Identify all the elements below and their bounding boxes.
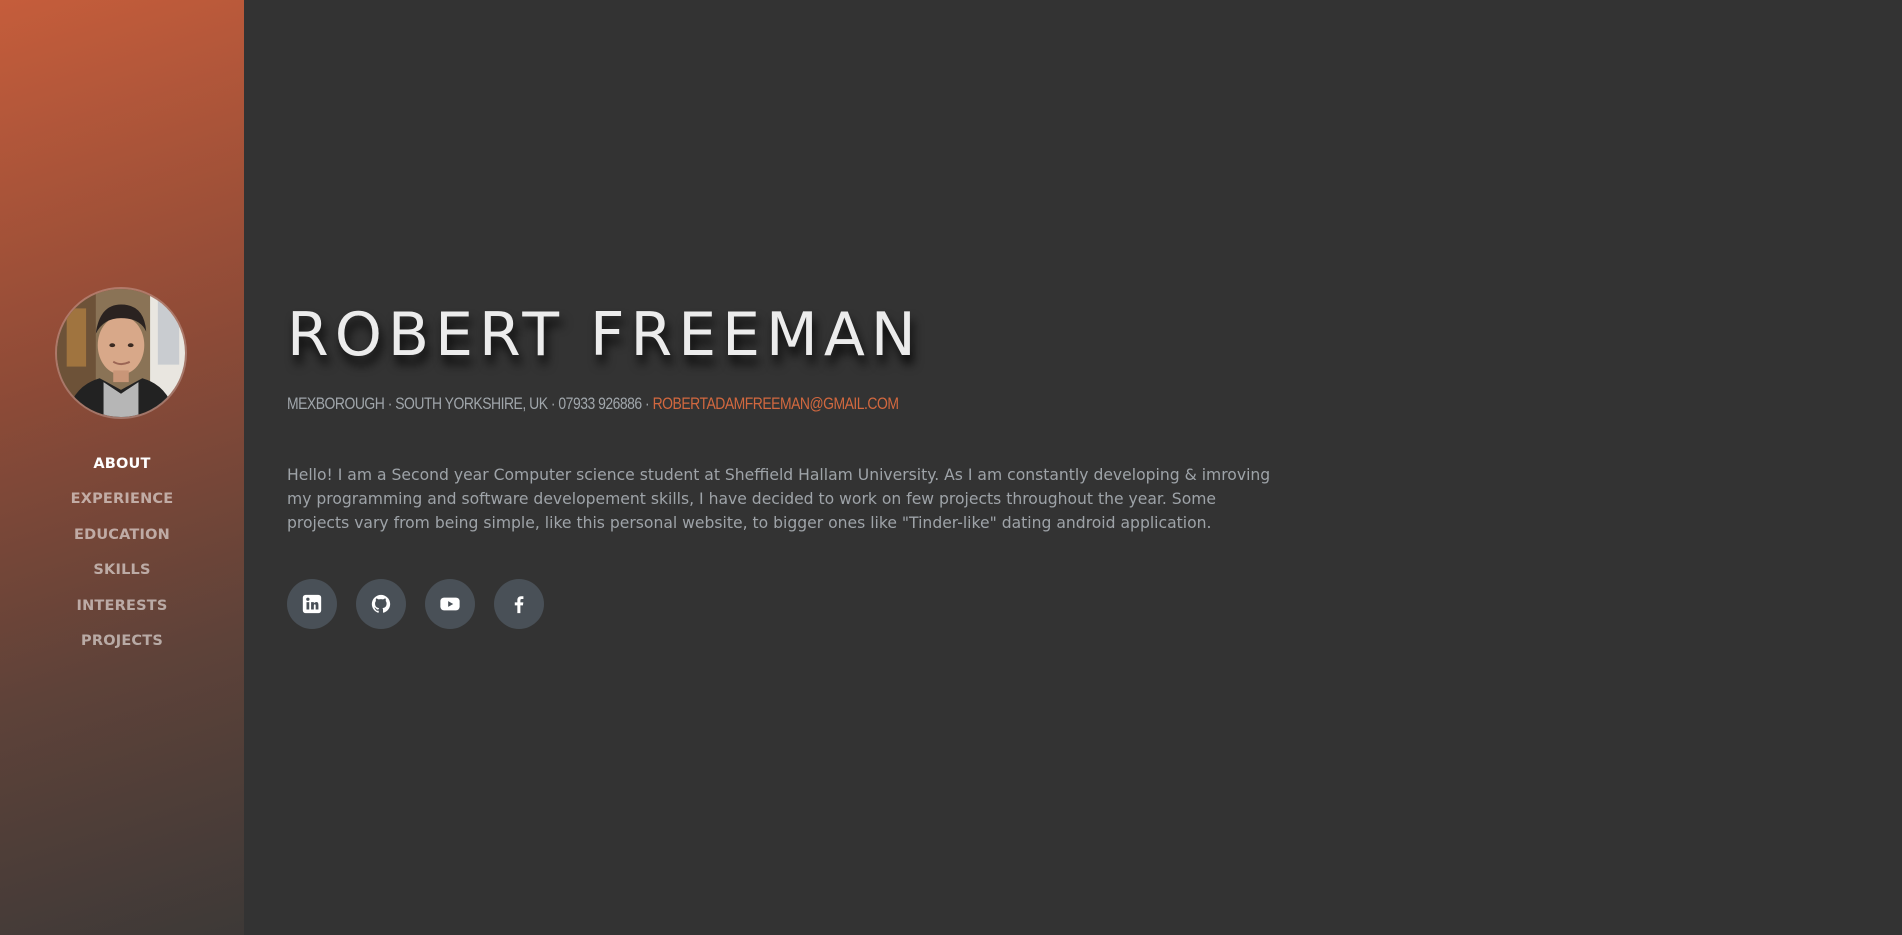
youtube-icon: [440, 597, 460, 611]
nav-link-about[interactable]: About: [93, 456, 150, 472]
nav-item-education: Education: [0, 517, 244, 553]
address-phone: MEXBOROUGH · SOUTH YORKSHIRE, UK · 07933…: [287, 394, 650, 413]
nav-link-experience[interactable]: Experience: [71, 491, 174, 507]
contact-subheading: MEXBOROUGH · SOUTH YORKSHIRE, UK · 07933…: [287, 394, 899, 414]
facebook-icon: [514, 596, 524, 614]
github-button[interactable]: [356, 579, 406, 629]
github-icon: [371, 594, 391, 613]
nav-link-projects[interactable]: Projects: [81, 633, 163, 649]
profile-avatar[interactable]: [55, 287, 187, 419]
linkedin-button[interactable]: [287, 579, 337, 629]
facebook-button[interactable]: [494, 579, 544, 629]
linkedin-icon: [302, 594, 322, 614]
nav-link-skills[interactable]: Skills: [93, 562, 150, 578]
youtube-button[interactable]: [425, 579, 475, 629]
sidebar-nav: About Experience Education Skills Intere…: [0, 446, 244, 659]
nav-item-experience: Experience: [0, 482, 244, 518]
email-link[interactable]: ROBERTADAMFREEMAN@GMAIL.COM: [653, 394, 899, 413]
nav-item-about: About: [0, 446, 244, 482]
nav-item-projects: Projects: [0, 624, 244, 660]
page-title: ROBERT FREEMAN: [287, 300, 922, 370]
sidebar: About Experience Education Skills Intere…: [0, 0, 244, 935]
intro-text: Hello! I am a Second year Computer scien…: [287, 466, 1271, 532]
nav-item-interests: Interests: [0, 588, 244, 624]
nav-link-interests[interactable]: Interests: [77, 598, 168, 614]
profile-photo: [57, 289, 185, 417]
nav-link-education[interactable]: Education: [74, 527, 170, 543]
social-icons: [287, 579, 544, 629]
nav-item-skills: Skills: [0, 553, 244, 589]
